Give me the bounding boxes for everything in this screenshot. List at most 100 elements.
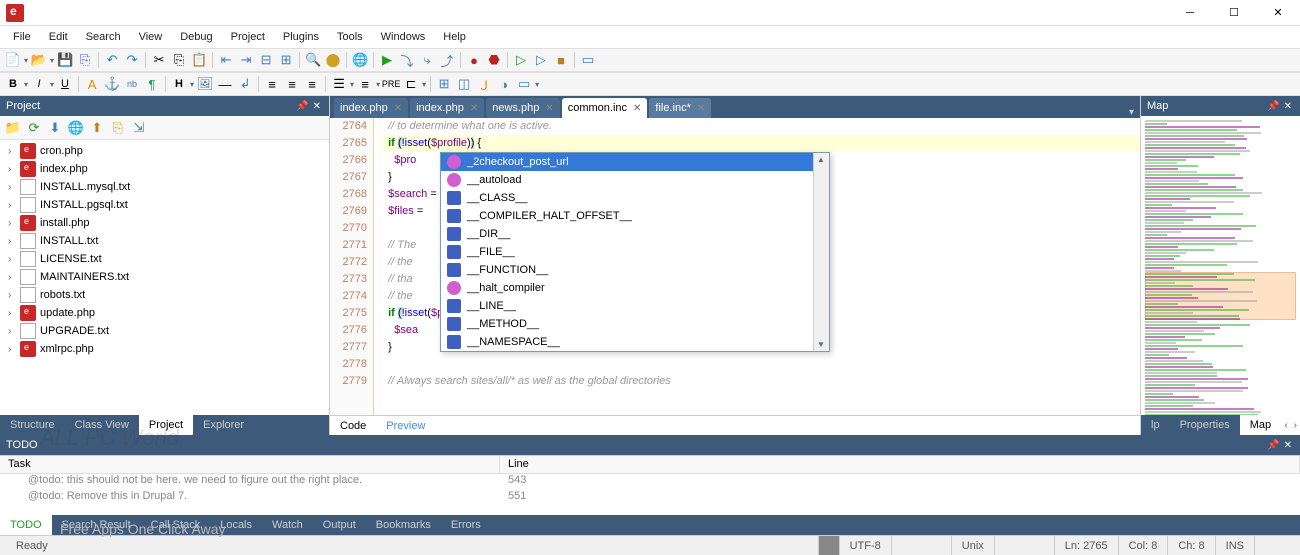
list-ul-icon[interactable]: ☰ <box>330 75 348 93</box>
autocomplete-item[interactable]: __autoload <box>441 171 829 189</box>
editor-tab[interactable]: file.inc*✕ <box>649 98 711 118</box>
uncomment-icon[interactable]: ⊞ <box>277 51 295 69</box>
tab-map[interactable]: Map <box>1240 415 1281 435</box>
hr-icon[interactable]: — <box>216 75 234 93</box>
expand-icon[interactable]: › <box>8 200 20 211</box>
italic-icon[interactable]: I <box>30 75 48 93</box>
window-icon[interactable]: ▭ <box>579 51 597 69</box>
download-icon[interactable]: ⬇ <box>46 119 64 137</box>
editor-tab[interactable]: index.php✕ <box>410 98 484 118</box>
pin-icon[interactable]: 📌 <box>1267 440 1279 451</box>
minimap[interactable] <box>1141 116 1300 415</box>
pre-icon[interactable]: PRE <box>382 75 400 93</box>
underline-icon[interactable]: U <box>56 75 74 93</box>
expand-icon[interactable]: › <box>8 272 20 283</box>
expand-icon[interactable]: › <box>8 218 20 229</box>
tab-errors[interactable]: Errors <box>441 515 491 535</box>
minimize-button[interactable]: ─ <box>1168 0 1212 26</box>
export-icon[interactable]: ⇲ <box>130 119 148 137</box>
nav-left-icon[interactable]: ‹ <box>1281 420 1290 431</box>
indent-right-icon[interactable]: ⇥ <box>237 51 255 69</box>
autocomplete-popup[interactable]: _2checkout_post_url__autoload__CLASS____… <box>440 152 830 352</box>
file-item[interactable]: ›INSTALL.txt <box>0 232 329 250</box>
new-file-icon[interactable]: 📄 <box>4 51 22 69</box>
todo-col-line[interactable]: Line <box>500 456 1300 473</box>
step-over-icon[interactable]: ⤵ <box>398 51 416 69</box>
expand-icon[interactable]: › <box>8 254 20 265</box>
autocomplete-item[interactable]: __LINE__ <box>441 297 829 315</box>
image-icon[interactable]: 🖼 <box>196 75 214 93</box>
quote-icon[interactable]: ⊏ <box>402 75 420 93</box>
menu-edit[interactable]: Edit <box>40 29 77 45</box>
file-item[interactable]: ›cron.php <box>0 142 329 160</box>
editor-tab[interactable]: news.php✕ <box>486 98 559 118</box>
expand-icon[interactable]: › <box>8 326 20 337</box>
indent-left-icon[interactable]: ⇤ <box>217 51 235 69</box>
todo-row[interactable]: @todo: Remove this in Drupal 7.551 <box>0 490 1300 506</box>
globe-icon[interactable]: 🌐 <box>67 119 85 137</box>
tab-preview[interactable]: Preview <box>376 416 435 435</box>
align-center-icon[interactable]: ≡ <box>283 75 301 93</box>
copy2-icon[interactable]: ⎘ <box>109 119 127 137</box>
tab-close-icon[interactable]: ✕ <box>470 103 478 114</box>
tab-properties[interactable]: Properties <box>1170 415 1240 435</box>
file-item[interactable]: ›update.php <box>0 304 329 322</box>
breakpoints-icon[interactable]: ⬣ <box>485 51 503 69</box>
paste-icon[interactable]: 📋 <box>190 51 208 69</box>
close-button[interactable]: ✕ <box>1256 0 1300 26</box>
menu-tools[interactable]: Tools <box>328 29 372 45</box>
status-eol[interactable]: Unix <box>951 536 994 555</box>
refresh-icon[interactable]: ⟳ <box>25 119 43 137</box>
anchor-icon[interactable]: ⚓ <box>103 75 121 93</box>
menu-search[interactable]: Search <box>77 29 130 45</box>
autocomplete-item[interactable]: __DIR__ <box>441 225 829 243</box>
br-icon[interactable]: ↲ <box>236 75 254 93</box>
file-item[interactable]: ›index.php <box>0 160 329 178</box>
editor-tab[interactable]: index.php✕ <box>334 98 408 118</box>
status-ins[interactable]: INS <box>1215 536 1254 555</box>
step-out-icon[interactable]: ⤴ <box>438 51 456 69</box>
maximize-button[interactable]: ☐ <box>1212 0 1256 26</box>
php-icon[interactable]: ◑ <box>495 75 513 93</box>
open-folder-icon[interactable]: 📂 <box>30 51 48 69</box>
autocomplete-item[interactable]: __NAMESPACE__ <box>441 333 829 351</box>
autocomplete-item[interactable]: __COMPILER_HALT_OFFSET__ <box>441 207 829 225</box>
expand-icon[interactable]: › <box>8 236 20 247</box>
forward-icon[interactable]: ▷ <box>532 51 550 69</box>
cut-icon[interactable]: ✂ <box>150 51 168 69</box>
highlight-icon[interactable]: ⬤ <box>324 51 342 69</box>
tab-watch[interactable]: Watch <box>262 515 313 535</box>
panel-close-icon[interactable]: ✕ <box>1284 101 1292 112</box>
tab-code[interactable]: Code <box>330 416 376 435</box>
tab-locals[interactable]: Locals <box>210 515 262 535</box>
table-icon[interactable]: ⊞ <box>435 75 453 93</box>
tab-call-stack[interactable]: Call Stack <box>141 515 211 535</box>
menu-file[interactable]: File <box>4 29 40 45</box>
autocomplete-item[interactable]: __CLASS__ <box>441 189 829 207</box>
file-item[interactable]: ›INSTALL.mysql.txt <box>0 178 329 196</box>
tabs-chevron-icon[interactable]: ▾ <box>1123 107 1140 118</box>
editor-tab[interactable]: common.inc✕ <box>562 98 648 118</box>
expand-icon[interactable]: › <box>8 290 20 301</box>
form-icon[interactable]: ▭ <box>515 75 533 93</box>
file-item[interactable]: ›LICENSE.txt <box>0 250 329 268</box>
file-item[interactable]: ›install.php <box>0 214 329 232</box>
tab-class-view[interactable]: Class View <box>65 415 139 435</box>
tab-close-icon[interactable]: ✕ <box>697 103 705 114</box>
expand-icon[interactable]: › <box>8 164 20 175</box>
expand-icon[interactable]: › <box>8 308 20 319</box>
pin-icon[interactable]: 📌 <box>296 101 308 112</box>
link-icon[interactable]: A <box>83 75 101 93</box>
find-icon[interactable]: 🔍 <box>304 51 322 69</box>
tab-search-result[interactable]: Search Result <box>52 515 141 535</box>
expand-icon[interactable]: › <box>8 146 20 157</box>
tab-explorer[interactable]: Explorer <box>193 415 254 435</box>
todo-list[interactable]: @todo: this should not be here. we need … <box>0 474 1300 515</box>
tab-bookmarks[interactable]: Bookmarks <box>366 515 441 535</box>
add-folder-icon[interactable]: 📁 <box>4 119 22 137</box>
comment-tag-icon[interactable]: ¶ <box>143 75 161 93</box>
step-into-icon[interactable]: ⤷ <box>418 51 436 69</box>
tab-project[interactable]: Project <box>139 415 193 435</box>
autocomplete-item[interactable]: __halt_compiler <box>441 279 829 297</box>
tab-lp[interactable]: lp <box>1141 415 1170 435</box>
